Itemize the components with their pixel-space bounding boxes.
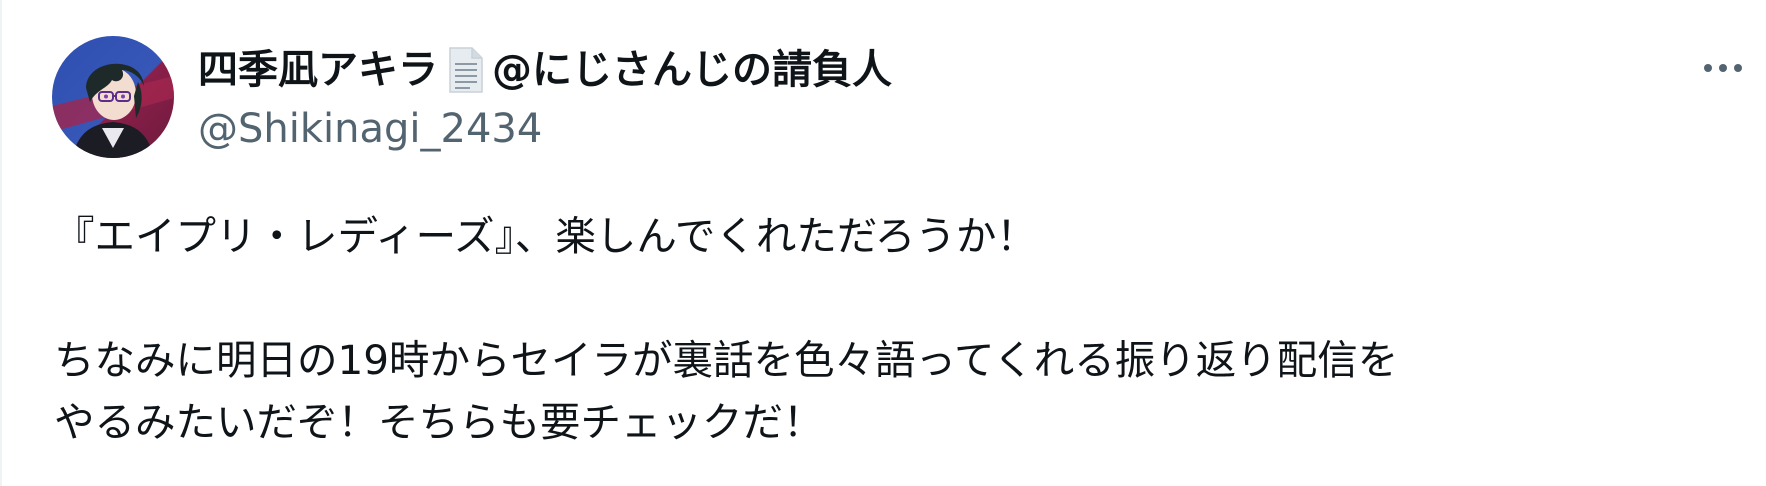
tweet-text: 『エイプリ・レディーズ』、楽しんでくれただろうか！ ちなみに明日の19時からセイ… (54, 205, 1754, 453)
more-horizontal-icon (1704, 64, 1742, 72)
author-handle[interactable]: @Shikinagi_2434 (198, 103, 542, 155)
avatar[interactable] (52, 36, 174, 158)
tweet-text-line: 『エイプリ・レディーズ』、楽しんでくれただろうか！ (54, 212, 1037, 260)
tweet-text-line: やるみたいだぞ！そちらも要チェックだ！ (54, 398, 824, 446)
page-facing-up-icon (444, 44, 488, 96)
display-name-prefix: 四季凪アキラ (198, 47, 438, 93)
tweet-text-line: ちなみに明日の19時からセイラが裏話を色々語ってくれる振り返り配信を (54, 336, 1399, 384)
tweet-card: 四季凪アキラ @にじさんじの請負人 @Shikinagi_2434 『エイプリ・… (0, 0, 1766, 486)
display-name-suffix: @にじさんじの請負人 (492, 47, 892, 93)
avatar-portrait-image (52, 36, 174, 158)
more-options-button[interactable] (1692, 48, 1754, 88)
author-display-name[interactable]: 四季凪アキラ @にじさんじの請負人 (198, 42, 892, 98)
